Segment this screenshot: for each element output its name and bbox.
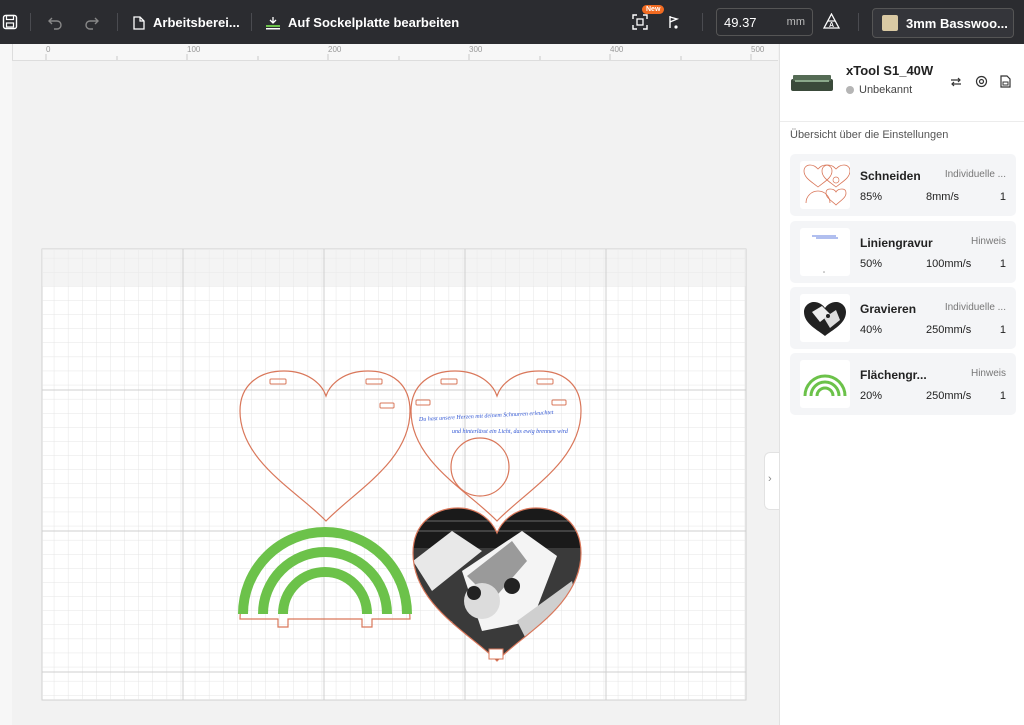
layer-thumbnail xyxy=(800,360,850,408)
base-plate-icon xyxy=(266,16,280,29)
base-plate-button[interactable]: Auf Sockelplatte bearbeiten xyxy=(265,15,459,30)
toolbar-divider xyxy=(30,13,31,31)
layer-thumbnail xyxy=(800,228,850,276)
auto-measure-icon[interactable]: A xyxy=(823,13,840,30)
base-plate-label: Auf Sockelplatte bearbeiten xyxy=(288,15,460,30)
device-status: Unbekannt xyxy=(846,84,912,96)
layer-passes: 1 xyxy=(999,390,1006,402)
layer-name: Liniengravur xyxy=(860,236,933,250)
toolbar-divider xyxy=(702,13,703,31)
divider xyxy=(780,121,1024,122)
toolbar-divider xyxy=(858,13,859,31)
layer-speed: 8mm/s xyxy=(926,191,959,203)
height-unit: mm xyxy=(786,16,805,28)
material-selector[interactable]: 3mm Basswoo... xyxy=(872,8,1014,38)
laser-pointer-icon[interactable] xyxy=(667,14,681,30)
settings-panel: xTool S1_40W Unbekannt Übersicht über di… xyxy=(779,44,1024,725)
workspace-label: Arbeitsberei... xyxy=(153,15,240,30)
device-image xyxy=(791,75,833,91)
layer-card-line-engrave[interactable]: Liniengravur Hinweis 50% 100mm/s 1 xyxy=(790,221,1016,283)
layer-power: 20% xyxy=(860,390,883,402)
ruler-label: 400 xyxy=(610,45,624,54)
layer-power: 40% xyxy=(860,324,883,336)
top-toolbar: Arbeitsberei... Auf Sockelplatte bearbei… xyxy=(0,0,1024,44)
layer-power: 50% xyxy=(860,258,883,270)
height-value: 49.37 xyxy=(724,15,757,30)
svg-text:A: A xyxy=(829,22,834,29)
layer-speed: 250mm/s xyxy=(926,390,972,402)
layer-speed: 100mm/s xyxy=(926,258,972,270)
chevron-right-icon: › xyxy=(768,473,772,485)
redo-icon[interactable] xyxy=(84,14,100,30)
layer-name: Flächengr... xyxy=(860,368,927,382)
workbed[interactable]: Du hast unsere Herzen mit deinem Schnurr… xyxy=(12,61,778,725)
workspace-button[interactable]: Arbeitsberei... xyxy=(133,15,240,30)
device-status-text: Unbekannt xyxy=(859,84,913,96)
layer-power: 85% xyxy=(860,191,883,203)
layer-card-engrave[interactable]: Gravieren Individuelle ... 40% 250mm/s 1 xyxy=(790,287,1016,349)
layer-passes: 1 xyxy=(999,324,1006,336)
layer-card-cut[interactable]: Schneiden Individuelle ... 85% 8mm/s 1 xyxy=(790,154,1016,216)
design-canvas[interactable]: Du hast unsere Herzen mit deinem Schnurr… xyxy=(12,61,778,725)
layer-mode: Hinweis xyxy=(970,368,1006,379)
engraving-text-line2: und hinterlässt ein Licht, das ewig bren… xyxy=(452,429,569,435)
undo-icon[interactable] xyxy=(47,14,63,30)
layer-mode: Individuelle ... xyxy=(944,169,1006,180)
toolbar-divider xyxy=(117,13,118,31)
layer-name: Schneiden xyxy=(860,169,921,183)
layer-mode: Individuelle ... xyxy=(944,302,1006,313)
device-name: xTool S1_40W xyxy=(846,63,934,78)
ruler-label: 300 xyxy=(469,45,483,54)
save-icon[interactable] xyxy=(2,14,18,30)
toolbar-divider xyxy=(251,13,252,31)
device-file-icon[interactable] xyxy=(1000,75,1011,93)
material-swatch xyxy=(882,15,898,31)
ruler-label: 0 xyxy=(46,45,51,54)
switch-device-icon[interactable] xyxy=(950,75,962,93)
ruler-label: 100 xyxy=(187,45,201,54)
camera-scan-icon[interactable] xyxy=(632,14,648,30)
layer-thumbnail xyxy=(800,161,850,209)
ruler-label: 200 xyxy=(328,45,342,54)
layer-thumbnail xyxy=(800,294,850,342)
layer-mode: Hinweis xyxy=(970,236,1006,247)
layer-card-fill-engrave[interactable]: Flächengr... Hinweis 20% 250mm/s 1 xyxy=(790,353,1016,415)
ruler-label: 500 xyxy=(751,45,765,54)
height-input[interactable]: 49.37 mm xyxy=(716,8,813,36)
horizontal-ruler: 0 100 200 300 400 500 xyxy=(12,44,778,61)
document-icon xyxy=(133,15,145,30)
layer-passes: 1 xyxy=(999,258,1006,270)
device-settings-icon[interactable] xyxy=(975,75,988,93)
panel-collapse-handle[interactable]: › xyxy=(764,452,780,510)
status-dot xyxy=(846,86,854,94)
settings-overview-title: Übersicht über die Einstellungen xyxy=(790,129,949,141)
layer-speed: 250mm/s xyxy=(926,324,972,336)
new-badge: New xyxy=(642,5,665,14)
layer-passes: 1 xyxy=(999,191,1006,203)
layer-name: Gravieren xyxy=(860,302,917,316)
material-label: 3mm Basswoo... xyxy=(906,16,1008,31)
